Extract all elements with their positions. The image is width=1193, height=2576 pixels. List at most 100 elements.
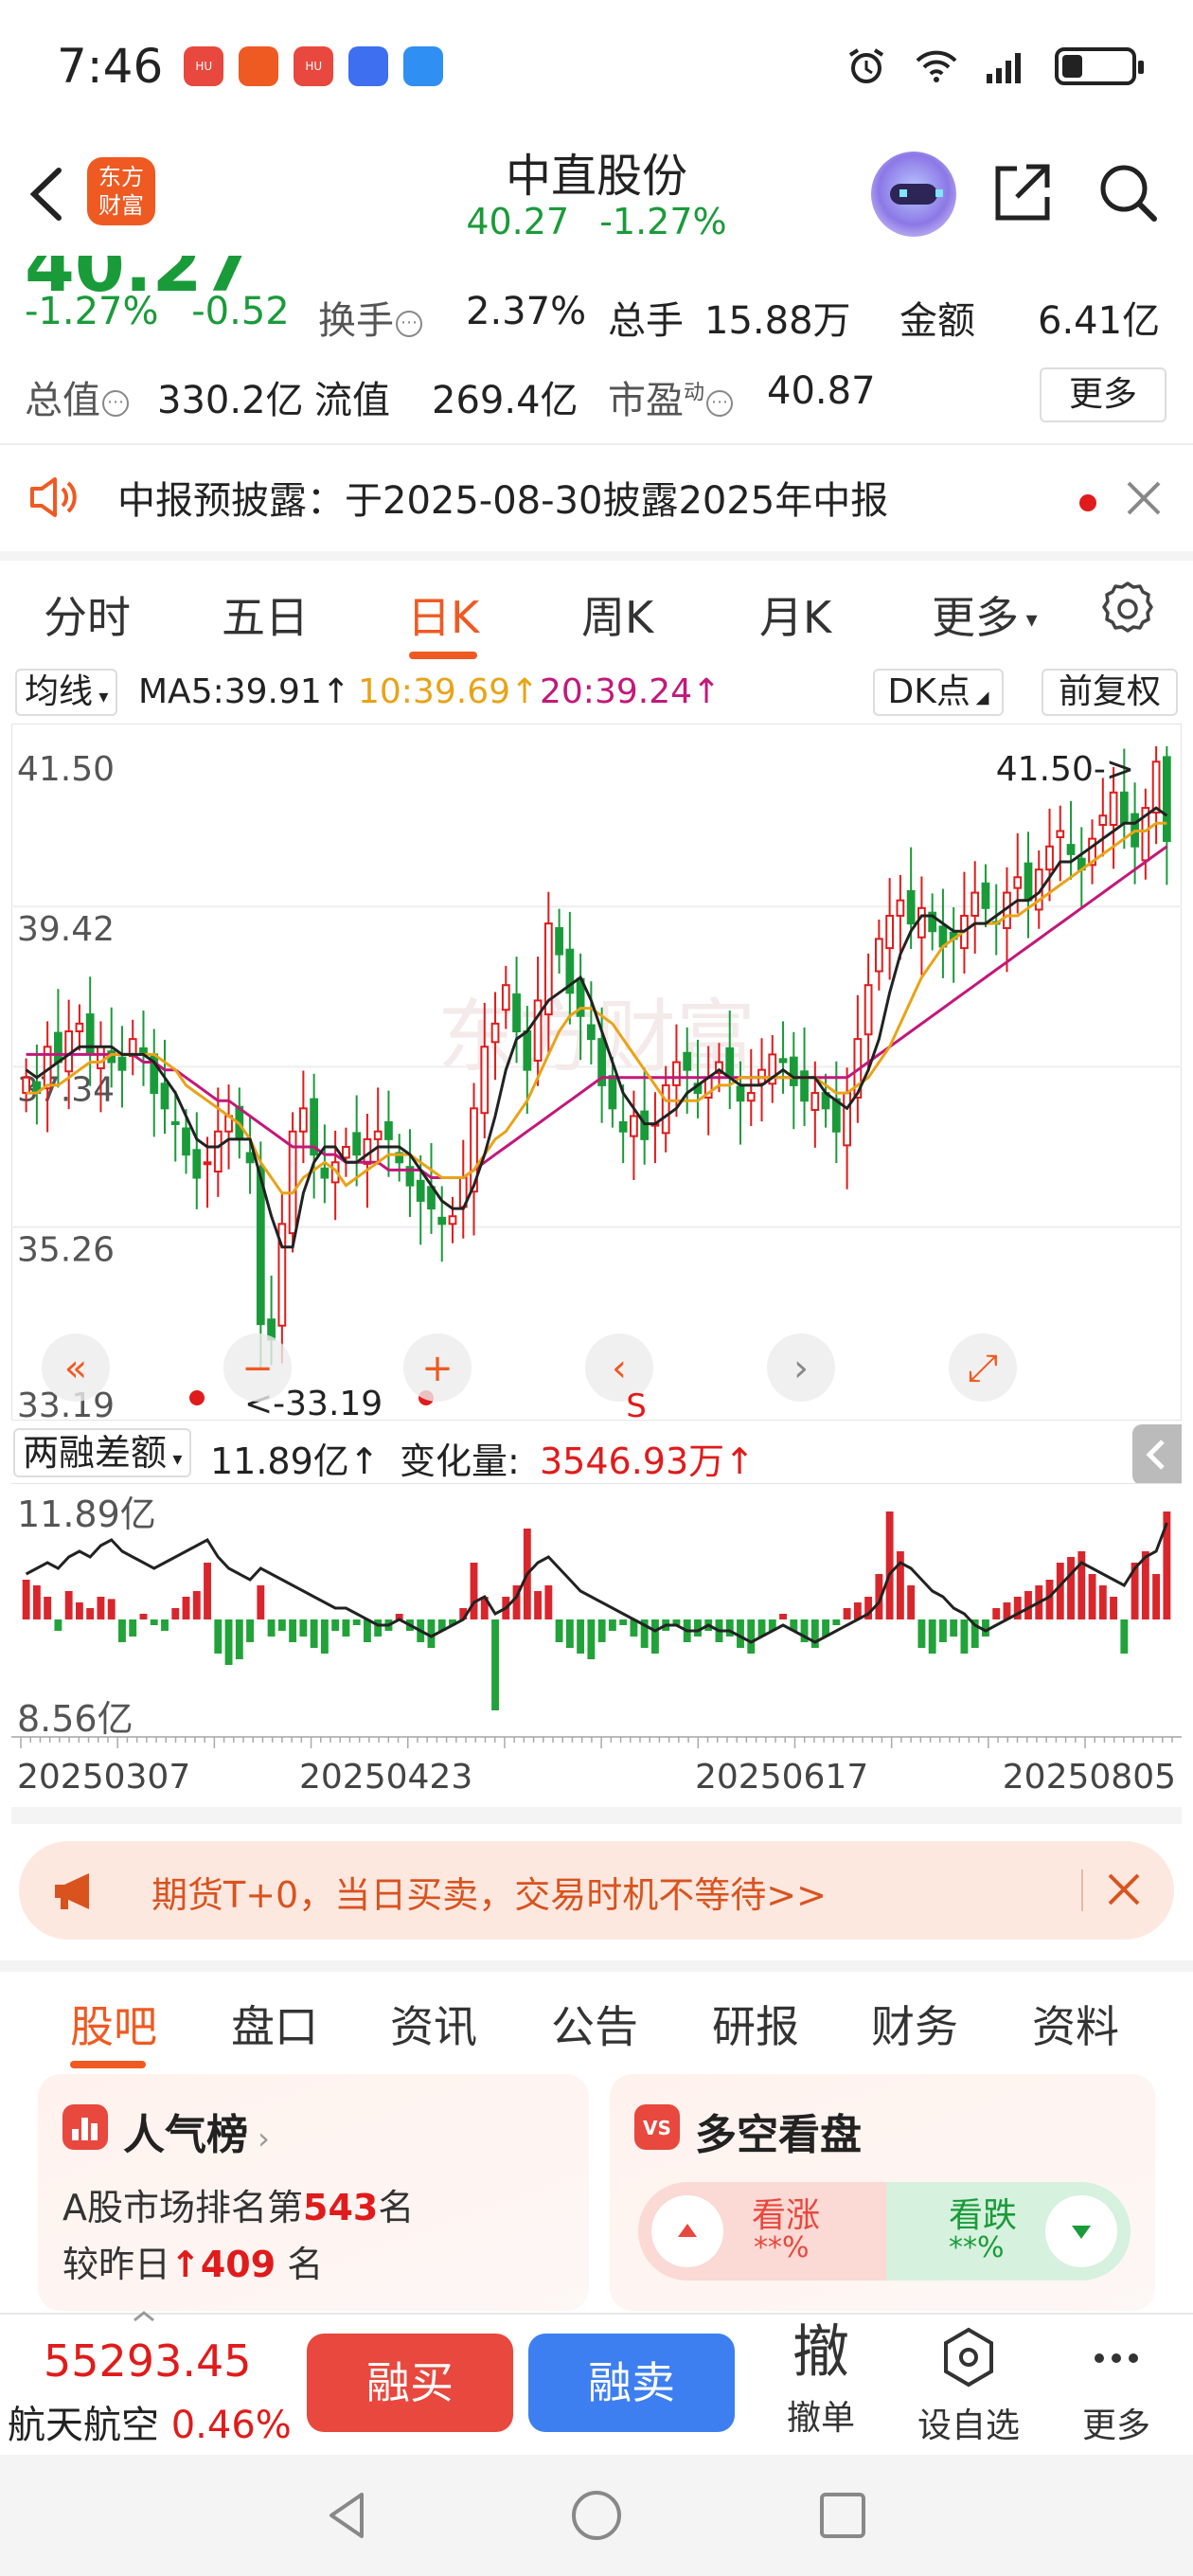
margin-bar [960, 1619, 969, 1654]
quote-more-button[interactable]: 更多 [1040, 367, 1166, 422]
margin-bar [352, 1619, 361, 1625]
margin-buy-button[interactable]: 融买 [307, 2334, 513, 2432]
info-icon: ⋯ [396, 311, 422, 337]
nav-recents-icon[interactable] [812, 2485, 873, 2546]
tab-order-book[interactable]: 盘口 [231, 1993, 318, 2055]
tab-monthly-k[interactable]: 月K [759, 583, 831, 646]
tab-profile[interactable]: 资料 [1032, 1993, 1119, 2055]
trade-bar: 55293.45 航天航空 0.46% 融买 融卖 撤 撤单 设自选 更多 [0, 2311, 1193, 2455]
search-icon[interactable] [1095, 159, 1161, 225]
candle-body [778, 1058, 788, 1064]
rewind-icon[interactable]: « [42, 1333, 110, 1402]
vote-bearish[interactable]: 看跌 **% [886, 2182, 1131, 2281]
ai-assistant-icon[interactable] [871, 152, 956, 237]
tab-research[interactable]: 研报 [712, 1993, 799, 2055]
vote-bullish[interactable]: 看涨 **% [638, 2182, 886, 2281]
gear-icon[interactable] [1098, 580, 1157, 638]
tab-forum[interactable]: 股吧 [70, 1993, 157, 2055]
close-icon[interactable] [1123, 477, 1165, 519]
nav-back-icon[interactable] [318, 2485, 379, 2546]
candle-body [736, 1085, 745, 1102]
zoom-in-icon[interactable]: + [403, 1333, 472, 1402]
candle-body [1151, 760, 1161, 814]
tab-news[interactable]: 资讯 [390, 1993, 477, 2055]
tab-announcements[interactable]: 公告 [551, 1993, 638, 2055]
active-tab-indicator [409, 652, 477, 659]
turnover-label[interactable]: 换手 ⋯ [318, 290, 422, 345]
indicator-select[interactable]: 均线 ▾ [15, 669, 118, 716]
candle-body [117, 1056, 127, 1071]
sector-index-value[interactable]: 55293.45 [44, 2335, 252, 2387]
tab-five-day[interactable]: 五日 [222, 583, 309, 646]
megaphone-icon [55, 1873, 89, 1909]
market-cap-label[interactable]: 总值 ⋯ [25, 369, 129, 424]
margin-bar [597, 1619, 606, 1642]
tab-financials[interactable]: 财务 [871, 1993, 958, 2055]
kline-chart[interactable]: 41.5039.4237.3435.2633.19东方财富41.50-><-33… [11, 724, 1182, 1421]
sub-indicator-select[interactable]: 两融差额 ▾ [13, 1428, 192, 1477]
earnings-notice[interactable]: 中报预披露：于2025-08-30披露2025年中报 [0, 445, 1193, 551]
margin-bar [725, 1619, 734, 1637]
adjust-mode-button[interactable]: 前复权 [1042, 669, 1178, 716]
candle-body [501, 984, 510, 1011]
margin-bar [544, 1585, 553, 1619]
candle-body [874, 938, 883, 973]
cancel-order-button[interactable]: 撤 撤单 [769, 2318, 873, 2440]
margin-bar [86, 1608, 95, 1619]
candle-body [672, 1061, 681, 1086]
margin-sell-button[interactable]: 融卖 [528, 2334, 735, 2432]
change-amount: -0.52 [191, 290, 290, 333]
quote-panel: 40.27 -1.27% -0.52 换手 ⋯ 2.37% 总手 15.88万 金… [0, 256, 1193, 445]
margin-bar [161, 1619, 169, 1631]
chart-bottom-strip [11, 1807, 1182, 1824]
candle-body [170, 1120, 180, 1125]
margin-bar [1152, 1574, 1161, 1619]
unread-dot [1079, 494, 1096, 511]
zoom-out-icon[interactable]: − [223, 1333, 292, 1402]
margin-bar [320, 1619, 329, 1654]
candle-body [555, 926, 563, 956]
margin-bar [277, 1619, 286, 1631]
more-dots-icon [1095, 2353, 1138, 2363]
tab-more-periods[interactable]: 更多 ▾ [932, 583, 1038, 646]
add-watchlist-button[interactable]: 设自选 [917, 2326, 1021, 2447]
candle-body [342, 1146, 350, 1159]
margin-bar [182, 1597, 190, 1619]
margin-bar [235, 1619, 243, 1659]
sentiment-card: VS 多空看盘 看涨 **% 看跌 **% [610, 2074, 1155, 2311]
ranking-chart-icon [62, 2104, 108, 2150]
candle-body [608, 1075, 617, 1110]
margin-bar [491, 1619, 499, 1710]
triangle-up-icon [678, 2224, 697, 2237]
candle-body [618, 1120, 628, 1133]
candle-body [97, 1046, 105, 1070]
bearish-button[interactable] [1045, 2195, 1117, 2267]
sector-index[interactable]: 航天航空 0.46% [8, 2394, 292, 2449]
change-value: 3546.93万↑ [540, 1440, 755, 1482]
collapse-tab[interactable] [1132, 1424, 1182, 1485]
candle-body [85, 1013, 95, 1056]
candle-body [725, 1046, 735, 1079]
margin-bar [75, 1602, 83, 1619]
margin-bar [917, 1619, 926, 1648]
tab-weekly-k[interactable]: 周K [581, 583, 653, 646]
step-forward-icon[interactable]: › [767, 1333, 835, 1402]
bullish-button[interactable] [651, 2195, 723, 2267]
chart-tool-glyph: « [64, 1347, 87, 1390]
expand-handle-icon[interactable] [131, 2309, 157, 2324]
more-button[interactable]: 更多 [1064, 2326, 1168, 2447]
float-cap-label: 流值 [314, 379, 390, 422]
pe-label[interactable]: 市盈动 ⋯ [608, 369, 734, 424]
margin-balance-chart[interactable]: 11.89亿 8.56亿 20250307 20250423 20250617 20250… [11, 1483, 1182, 1824]
nav-home-icon[interactable] [566, 2485, 627, 2546]
tab-intraday[interactable]: 分时 [44, 583, 131, 646]
fullscreen-icon[interactable]: ⤢ [949, 1333, 1017, 1402]
popularity-card[interactable]: 人气榜 › A股市场排名第543名 较昨日↑409 名 [38, 2074, 589, 2311]
close-icon[interactable] [1102, 1868, 1146, 1911]
margin-bar [608, 1619, 616, 1631]
futures-ad-banner[interactable]: 期货T+0，当日买卖，交易时机不等待>> [19, 1841, 1174, 1940]
share-icon[interactable] [988, 159, 1055, 225]
tab-daily-k[interactable]: 日K [407, 583, 479, 646]
cancel-order-label: 撤单 [786, 2399, 855, 2438]
dk-point-button[interactable]: DK点 ◢ [873, 669, 1004, 716]
